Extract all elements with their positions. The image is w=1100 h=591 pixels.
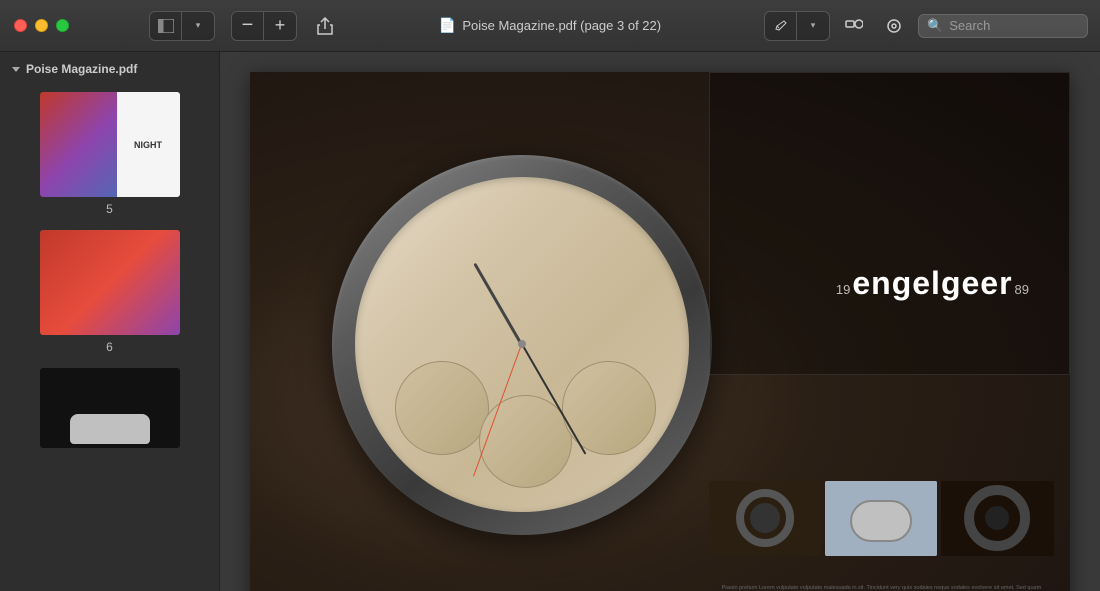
pdf-icon: 📄 [439,17,456,34]
thumbnail-frame-5: NIGHT [40,92,180,197]
sidebar-dropdown-button[interactable]: ▾ [182,12,214,40]
thumbnail-item-7[interactable] [0,360,219,448]
thumb-image-5: NIGHT [40,92,180,197]
body-text: Praoin pretium Lorem vulputate vulputate… [709,585,1053,591]
watch-background: 19 engelgeer 89 [250,72,1070,591]
titlebar: ▾ − + 📄 Poise Magazine.pdf (page 3 of 22… [0,0,1100,52]
thumb-car-shape [70,414,150,444]
thumb-label-6: 6 [106,340,113,354]
title-center: 📄 Poise Magazine.pdf (page 3 of 22) [439,17,661,34]
sidebar-toggle-group: ▾ [149,11,215,41]
toolbar-left: ▾ − + [149,11,341,41]
thumb-image-7 [40,368,180,448]
window-title: Poise Magazine.pdf (page 3 of 22) [462,18,661,33]
watch-outer-ring [332,155,712,535]
thumbnail-frame-6 [40,230,180,335]
maximize-button[interactable] [56,19,69,32]
zoom-in-button[interactable]: + [264,12,296,40]
right-panel [709,72,1070,375]
hour-hand [474,263,523,346]
collapse-icon [12,67,20,72]
thumbnail-item-6[interactable]: 6 [0,222,219,360]
shapes-button[interactable] [838,12,870,40]
thumb-image-6 [40,230,180,335]
strip-image-1 [709,481,821,556]
strip-image-2 [825,481,937,556]
sidebar-header: Poise Magazine.pdf [0,52,219,84]
minimize-button[interactable] [35,19,48,32]
sign-button[interactable] [878,12,910,40]
pdf-page: 19 engelgeer 89 [250,72,1070,591]
thumbnail-frame-7 [40,368,180,448]
toolbar-right: ▾ 🔍 [764,11,1100,41]
thumb-label-5: 5 [106,202,113,216]
brand-number-right: 89 [1015,282,1029,297]
annotate-button[interactable] [765,12,797,40]
bottom-strip [709,481,1053,556]
strip-image-3 [941,481,1053,556]
search-box[interactable]: 🔍 [918,14,1088,38]
brand-name: engelgeer [852,265,1012,302]
window-controls [0,19,69,32]
subdial-left [395,361,489,455]
search-input[interactable] [949,18,1069,33]
content-area[interactable]: 19 engelgeer 89 [220,52,1100,591]
close-button[interactable] [14,19,27,32]
sidebar-toggle-button[interactable] [150,12,182,40]
main-area: Poise Magazine.pdf NIGHT 5 6 [0,52,1100,591]
watch-inner-face [355,177,689,511]
share-button[interactable] [309,12,341,40]
thumbnail-item-5[interactable]: NIGHT 5 [0,84,219,222]
search-icon: 🔍 [927,18,943,34]
annotate-group: ▾ [764,11,830,41]
watch-face-container [332,155,712,535]
sidebar-filename: Poise Magazine.pdf [26,62,137,76]
zoom-out-button[interactable]: − [232,12,264,40]
zoom-group: − + [231,11,297,41]
sidebar[interactable]: Poise Magazine.pdf NIGHT 5 6 [0,52,220,591]
thumb-text-5: NIGHT [117,92,180,197]
brand-overlay: 19 engelgeer 89 [836,265,1029,302]
bottom-text-area: Praoin pretium Lorem vulputate vulputate… [709,585,1053,591]
brand-number-left: 19 [836,282,850,297]
annotate-dropdown-button[interactable]: ▾ [797,12,829,40]
